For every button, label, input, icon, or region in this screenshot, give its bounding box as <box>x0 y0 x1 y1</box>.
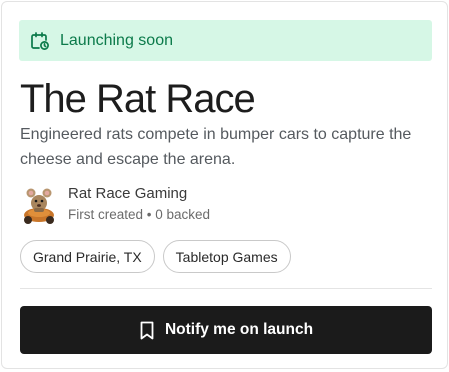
notify-me-button[interactable]: Notify me on launch <box>20 306 432 354</box>
creator-info: Rat Race Gaming First created • 0 backed <box>68 184 210 225</box>
notify-me-label: Notify me on launch <box>164 321 314 338</box>
creator-meta: First created • 0 backed <box>68 207 211 222</box>
launch-status-text: Launching soon <box>60 31 173 49</box>
rat-in-car-avatar[interactable] <box>20 185 58 225</box>
tag-category[interactable]: Tabletop Games <box>162 240 291 273</box>
creator-row: Rat Race Gaming First created • 0 backed <box>20 184 210 225</box>
divider <box>20 288 432 289</box>
creator-name[interactable]: Rat Race Gaming <box>68 184 210 204</box>
tag-location[interactable]: Grand Prairie, TX <box>20 240 155 273</box>
project-description: Engineered rats compete in bumper cars t… <box>20 126 412 168</box>
tag-list: Grand Prairie, TX Tabletop Games <box>20 240 291 273</box>
calendar-clock-icon <box>29 30 51 52</box>
project-title[interactable]: The Rat Race <box>20 75 256 123</box>
bookmark-icon <box>139 321 155 340</box>
project-card: Launching soon The Rat Race Engineered r… <box>1 1 448 369</box>
launch-banner: Launching soon <box>19 20 432 61</box>
